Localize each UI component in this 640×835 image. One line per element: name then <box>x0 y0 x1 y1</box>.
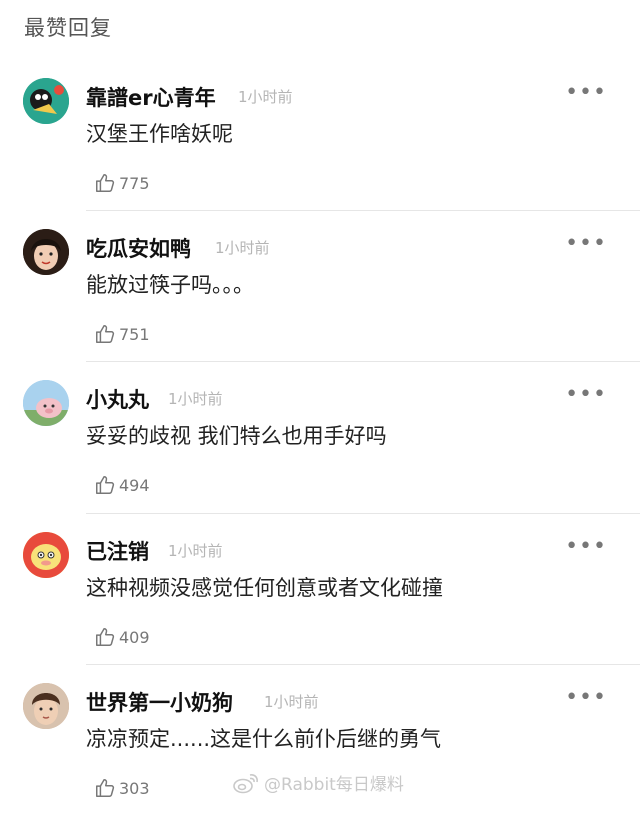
watermark: @Rabbit每日爆料 <box>232 770 404 795</box>
comment-item: 靠譜er心青年 1小时前 ••• 汉堡王作啥妖呢 775 <box>0 78 640 230</box>
like-count: 775 <box>119 173 150 193</box>
section-title: 最赞回复 <box>24 16 112 40</box>
avatar[interactable] <box>23 229 69 275</box>
watermark-text: @Rabbit每日爆料 <box>264 775 404 795</box>
thumbs-up-icon <box>96 476 115 494</box>
comment-item: 世界第一小奶狗 1小时前 ••• 凉凉预定......这是什么前仆后继的勇气 3… <box>0 683 640 835</box>
comment-author[interactable]: 小丸丸 <box>86 384 149 414</box>
divider <box>86 210 640 211</box>
like-count: 751 <box>119 324 150 344</box>
comment-text: 这种视频没感觉任何创意或者文化碰撞 <box>86 576 443 600</box>
avatar[interactable] <box>23 532 69 578</box>
avatar[interactable] <box>23 380 69 426</box>
like-button[interactable]: 494 <box>94 473 150 497</box>
more-horizontal-icon[interactable]: ••• <box>565 382 607 407</box>
like-button[interactable]: 409 <box>94 625 150 649</box>
like-button[interactable]: 303 <box>94 776 150 800</box>
thumbs-up-icon <box>96 174 115 192</box>
comment-item: 小丸丸 1小时前 ••• 妥妥的歧视 我们特么也用手好吗 494 <box>0 380 640 532</box>
comment-text: 能放过筷子吗。。。 <box>86 273 254 297</box>
avatar[interactable] <box>23 683 69 729</box>
divider <box>86 513 640 514</box>
divider <box>86 361 640 362</box>
thumbs-up-icon <box>96 325 115 343</box>
comment-text: 汉堡王作啥妖呢 <box>86 122 233 146</box>
avatar[interactable] <box>23 78 69 124</box>
comment-author[interactable]: 已注销 <box>86 536 149 566</box>
more-horizontal-icon[interactable]: ••• <box>565 80 607 105</box>
more-horizontal-icon[interactable]: ••• <box>565 685 607 710</box>
comment-author[interactable]: 吃瓜安如鸭 <box>86 233 191 263</box>
comment-time: 1小时前 <box>264 693 319 711</box>
comment-time: 1小时前 <box>215 239 270 257</box>
comment-item: 吃瓜安如鸭 1小时前 ••• 能放过筷子吗。。。 751 <box>0 229 640 381</box>
like-count: 303 <box>119 778 150 798</box>
comment-time: 1小时前 <box>168 390 223 408</box>
like-count: 494 <box>119 475 150 495</box>
comment-author[interactable]: 世界第一小奶狗 <box>86 687 233 717</box>
thumbs-up-icon <box>96 628 115 646</box>
comment-text: 妥妥的歧视 我们特么也用手好吗 <box>86 424 387 448</box>
divider <box>86 664 640 665</box>
comment-text: 凉凉预定......这是什么前仆后继的勇气 <box>86 727 442 751</box>
thumbs-up-icon <box>96 779 115 797</box>
comment-time: 1小时前 <box>238 88 293 106</box>
comment-author[interactable]: 靠譜er心青年 <box>86 82 216 112</box>
more-horizontal-icon[interactable]: ••• <box>565 534 607 559</box>
like-count: 409 <box>119 627 150 647</box>
like-button[interactable]: 751 <box>94 322 150 346</box>
more-horizontal-icon[interactable]: ••• <box>565 231 607 256</box>
comment-time: 1小时前 <box>168 542 223 560</box>
weibo-logo-icon <box>233 773 258 793</box>
like-button[interactable]: 775 <box>94 171 150 195</box>
comment-item: 已注销 1小时前 ••• 这种视频没感觉任何创意或者文化碰撞 409 <box>0 532 640 684</box>
